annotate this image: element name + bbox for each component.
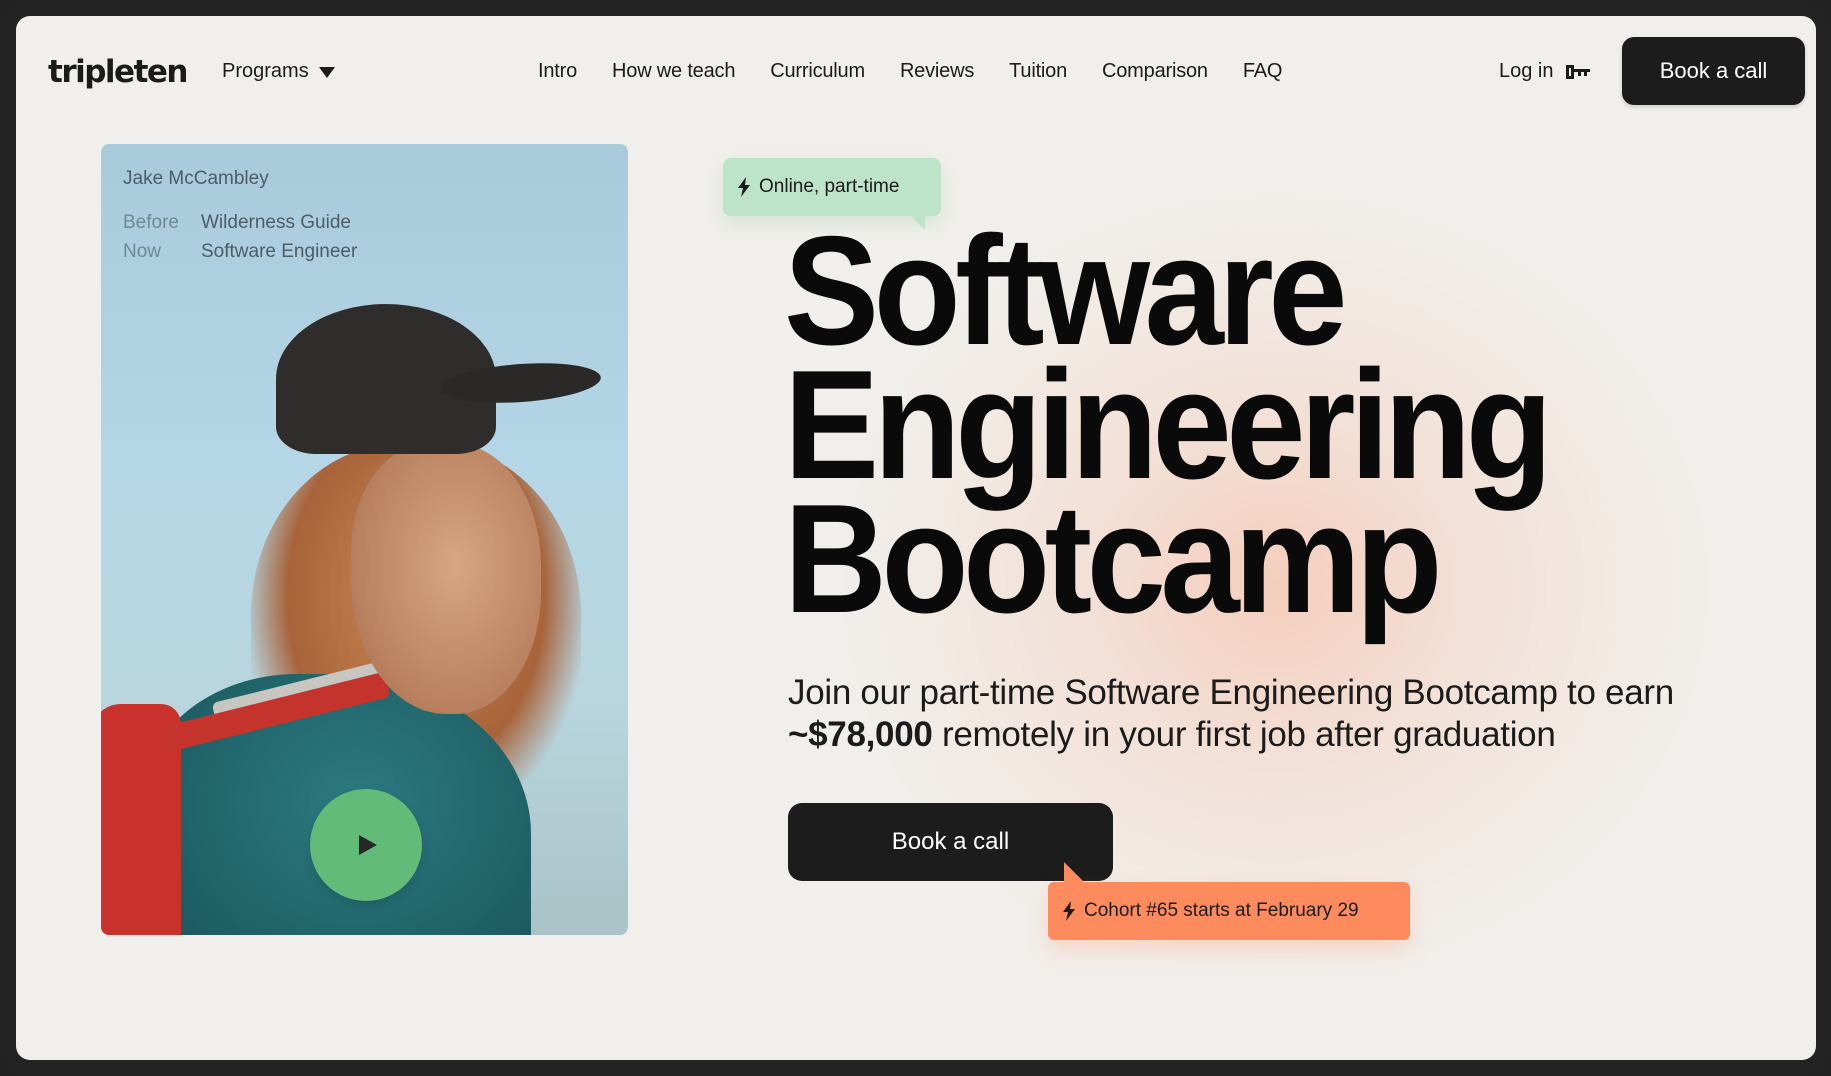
nav-faq[interactable]: FAQ	[1243, 60, 1283, 83]
page-viewport: tripleten Programs Intro How we teach Cu…	[16, 16, 1816, 1060]
main-nav: Intro How we teach Curriculum Reviews Tu…	[538, 60, 1317, 83]
before-value: Wilderness Guide	[201, 212, 351, 233]
nav-curriculum[interactable]: Curriculum	[770, 60, 865, 83]
cohort-badge-tail	[1064, 862, 1084, 882]
nav-intro[interactable]: Intro	[538, 60, 577, 83]
nav-tuition[interactable]: Tuition	[1009, 60, 1067, 83]
programs-label: Programs	[222, 60, 309, 82]
photo-face	[351, 444, 541, 714]
before-label: Before	[123, 212, 179, 233]
career-before-row: Before Wilderness Guide	[123, 208, 357, 237]
format-badge-text: Online, part-time	[759, 176, 900, 197]
header-book-call-button[interactable]: Book a call	[1622, 37, 1805, 105]
cohort-badge: Cohort #65 starts at February 29	[1048, 862, 1410, 940]
nav-how-we-teach[interactable]: How we teach	[612, 60, 735, 83]
play-icon	[359, 835, 377, 855]
now-label: Now	[123, 241, 162, 262]
programs-dropdown[interactable]: Programs	[222, 60, 335, 83]
caret-down-icon	[318, 67, 335, 78]
nav-comparison[interactable]: Comparison	[1102, 60, 1208, 83]
salary-highlight: ~$78,000	[788, 715, 933, 754]
play-video-button[interactable]	[310, 789, 422, 901]
testimonial-video-card[interactable]: Jake McCambley Before Wilderness Guide N…	[101, 144, 628, 935]
device-frame: tripleten Programs Intro How we teach Cu…	[0, 0, 1831, 1076]
lightning-icon	[738, 177, 750, 197]
cohort-badge-text: Cohort #65 starts at February 29	[1084, 900, 1359, 921]
nav-reviews[interactable]: Reviews	[900, 60, 974, 83]
career-now-row: Now Software Engineer	[123, 237, 357, 266]
tripleten-logo[interactable]: tripleten	[48, 54, 189, 90]
hero-title-line-3: Bootcamp	[784, 472, 1443, 645]
now-value: Software Engineer	[201, 241, 358, 262]
testimonial-name: Jake McCambley	[123, 168, 269, 189]
login-link[interactable]: Log in	[1499, 60, 1590, 83]
subtitle-post: remotely in your first job after graduat…	[932, 715, 1556, 754]
lightning-icon	[1063, 901, 1075, 921]
hero-subtitle: Join our part-time Software Engineering …	[788, 672, 1816, 756]
subtitle-pre: Join our part-time Software Engineering …	[788, 673, 1674, 712]
career-change: Before Wilderness Guide Now Software Eng…	[123, 208, 357, 266]
key-icon	[1565, 64, 1590, 79]
login-label: Log in	[1499, 60, 1554, 82]
hero-title: Software Engineering Bootcamp	[784, 213, 1614, 645]
